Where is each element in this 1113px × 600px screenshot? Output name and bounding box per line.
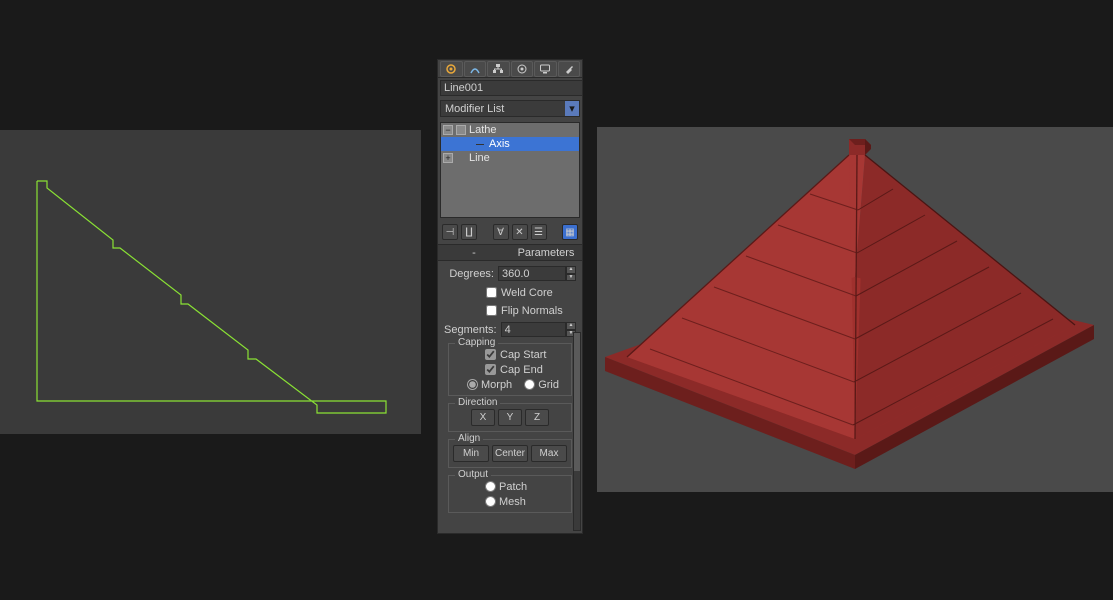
tab-display[interactable]	[534, 61, 557, 77]
pyramid-render	[597, 127, 1113, 492]
modifier-list-label: Modifier List	[445, 103, 504, 115]
remove-modifier-button[interactable]: ✕	[512, 224, 528, 240]
collapse-icon: -	[438, 247, 510, 259]
degrees-label: Degrees:	[444, 268, 494, 280]
stack-item-label: Axis	[489, 137, 510, 151]
direction-title: Direction	[455, 397, 500, 408]
tab-create[interactable]	[440, 61, 463, 77]
align-max-button[interactable]: Max	[531, 445, 567, 462]
cap-start-checkbox[interactable]	[485, 349, 496, 360]
spinner-down-icon[interactable]: ▼	[566, 274, 576, 282]
stack-item-line[interactable]: + Line	[441, 151, 579, 165]
rollout-title-label: Parameters	[510, 247, 582, 259]
rollout-parameters-body: Degrees: ▲▼ Weld Core Flip Normals Segme…	[438, 262, 582, 516]
morph-label: Morph	[481, 379, 512, 391]
tab-hierarchy[interactable]	[487, 61, 510, 77]
weld-core-label: Weld Core	[501, 287, 553, 299]
patch-radio[interactable]	[485, 481, 496, 492]
degrees-input[interactable]	[498, 266, 566, 281]
rollout-parameters[interactable]: - Parameters	[438, 244, 582, 261]
morph-radio[interactable]	[467, 379, 478, 390]
segments-input[interactable]	[501, 322, 566, 337]
mesh-label: Mesh	[499, 496, 526, 508]
align-center-button[interactable]: Center	[492, 445, 528, 462]
modifier-list-dropdown[interactable]: Modifier List ▾	[440, 100, 580, 117]
segments-label: Segments:	[444, 324, 497, 336]
spline-outline	[0, 130, 421, 434]
grid-label: Grid	[538, 379, 559, 391]
align-min-button[interactable]: Min	[453, 445, 489, 462]
cap-end-checkbox[interactable]	[485, 364, 496, 375]
expand-icon[interactable]: +	[443, 153, 453, 163]
output-group: Output Patch Mesh	[448, 475, 572, 513]
align-title: Align	[455, 433, 483, 444]
mesh-radio[interactable]	[485, 496, 496, 507]
command-panel-tabs	[438, 60, 582, 78]
direction-z-button[interactable]: Z	[525, 409, 549, 426]
scrollbar-thumb[interactable]	[574, 333, 580, 471]
tab-motion[interactable]	[511, 61, 534, 77]
flip-normals-label: Flip Normals	[501, 305, 563, 317]
weld-core-checkbox[interactable]	[486, 287, 497, 298]
modifier-stack[interactable]: − Lathe Axis + Line	[440, 122, 580, 218]
chevron-down-icon: ▾	[565, 101, 579, 116]
cap-start-label: Cap Start	[500, 349, 546, 361]
degrees-spinner[interactable]: ▲▼	[498, 266, 576, 281]
viewport-front[interactable]	[0, 130, 421, 434]
stack-options-button[interactable]: ▦	[562, 224, 578, 240]
direction-y-button[interactable]: Y	[498, 409, 522, 426]
stack-toolbar: ⊣ ∐ ∀ ✕ ☰ ▦	[438, 221, 582, 243]
direction-group: Direction X Y Z	[448, 403, 572, 432]
patch-label: Patch	[499, 481, 527, 493]
tab-modify[interactable]	[464, 61, 487, 77]
configure-sets-button[interactable]: ☰	[531, 224, 547, 240]
segments-spinner[interactable]: ▲▼	[501, 322, 576, 337]
panel-scrollbar[interactable]	[573, 332, 581, 531]
capping-title: Capping	[455, 337, 498, 348]
viewport-perspective[interactable]	[597, 127, 1113, 492]
stack-item-axis[interactable]: Axis	[441, 137, 579, 151]
modify-panel: Modifier List ▾ − Lathe Axis + Line ⊣ ∐ …	[437, 59, 583, 534]
make-unique-button[interactable]: ∀	[493, 224, 509, 240]
capping-group: Capping Cap Start Cap End Morph Grid	[448, 343, 572, 396]
object-name-field[interactable]	[440, 80, 583, 96]
cap-end-label: Cap End	[500, 364, 543, 376]
direction-x-button[interactable]: X	[471, 409, 495, 426]
expand-icon[interactable]: −	[443, 125, 453, 135]
stack-item-lathe[interactable]: − Lathe	[441, 123, 579, 137]
toggle-icon[interactable]	[456, 125, 466, 135]
show-end-result-button[interactable]: ∐	[461, 224, 477, 240]
spinner-up-icon[interactable]: ▲	[566, 322, 576, 330]
spinner-up-icon[interactable]: ▲	[566, 266, 576, 274]
stack-item-label: Line	[469, 151, 490, 165]
flip-normals-checkbox[interactable]	[486, 305, 497, 316]
stack-item-label: Lathe	[469, 123, 497, 137]
output-title: Output	[455, 469, 491, 480]
tab-utilities[interactable]	[558, 61, 581, 77]
grid-radio[interactable]	[524, 379, 535, 390]
pin-stack-button[interactable]: ⊣	[442, 224, 458, 240]
align-group: Align Min Center Max	[448, 439, 572, 468]
